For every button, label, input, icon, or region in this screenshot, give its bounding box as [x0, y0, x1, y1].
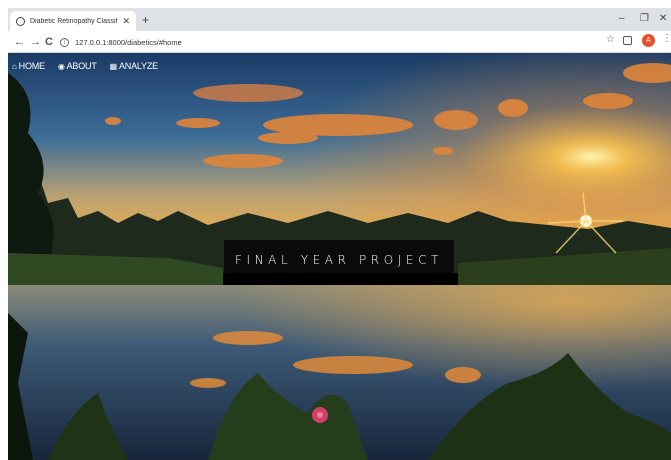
- main-nav: ⌂ HOME ◉ ABOUT ▦ ANALYZE: [12, 61, 158, 71]
- address-bar[interactable]: i 127.0.0.1:8000/diabetics/#home: [60, 34, 600, 50]
- tab-strip: Diabetic Retinopathy Classifier ✕ + – ❐ …: [8, 8, 671, 31]
- reload-button[interactable]: C: [45, 34, 53, 50]
- home-icon: ⌂: [12, 61, 17, 71]
- bookmark-star-icon[interactable]: ☆: [606, 34, 615, 45]
- table-icon: ▦: [109, 61, 118, 71]
- nav-about-label: ABOUT: [66, 61, 97, 71]
- nav-home-link[interactable]: ⌂ HOME: [12, 61, 45, 71]
- minimize-button[interactable]: –: [619, 12, 625, 26]
- extension-icon[interactable]: [623, 36, 632, 45]
- browser-tab[interactable]: Diabetic Retinopathy Classifier ✕: [10, 11, 136, 31]
- tab-close-icon[interactable]: ✕: [122, 16, 130, 26]
- browser-menu-icon[interactable]: ⋮: [662, 33, 671, 44]
- forward-button[interactable]: →: [30, 34, 41, 50]
- eye-icon: ◉: [57, 61, 65, 71]
- hero-banner-text: FINAL YEAR PROJECT: [234, 252, 444, 267]
- nav-about-link[interactable]: ◉ ABOUT: [58, 61, 97, 71]
- profile-avatar[interactable]: A: [642, 34, 655, 47]
- nav-home-label: HOME: [18, 61, 45, 71]
- site-favicon-icon: [16, 16, 25, 26]
- tab-title: Diabetic Retinopathy Classifier: [30, 17, 119, 25]
- window-close-button[interactable]: ✕: [659, 12, 667, 26]
- new-tab-button[interactable]: +: [142, 12, 149, 28]
- nav-analyze-label: ANALYZE: [119, 61, 158, 71]
- browser-toolbar: ← → C i 127.0.0.1:8000/diabetics/#home: [8, 31, 671, 53]
- back-button[interactable]: ←: [14, 34, 25, 50]
- url-text: 127.0.0.1:8000/diabetics/#home: [75, 37, 182, 47]
- browser-window: Diabetic Retinopathy Classifier ✕ + – ❐ …: [8, 8, 671, 460]
- nav-analyze-link[interactable]: ▦ ANALYZE: [109, 61, 159, 71]
- site-info-icon[interactable]: i: [60, 37, 69, 47]
- restore-button[interactable]: ❐: [640, 12, 649, 26]
- page-viewport: ⌂ HOME ◉ ABOUT ▦ ANALYZE FINAL YEAR PROJ…: [8, 53, 671, 460]
- hero-banner: FINAL YEAR PROJECT: [224, 240, 454, 279]
